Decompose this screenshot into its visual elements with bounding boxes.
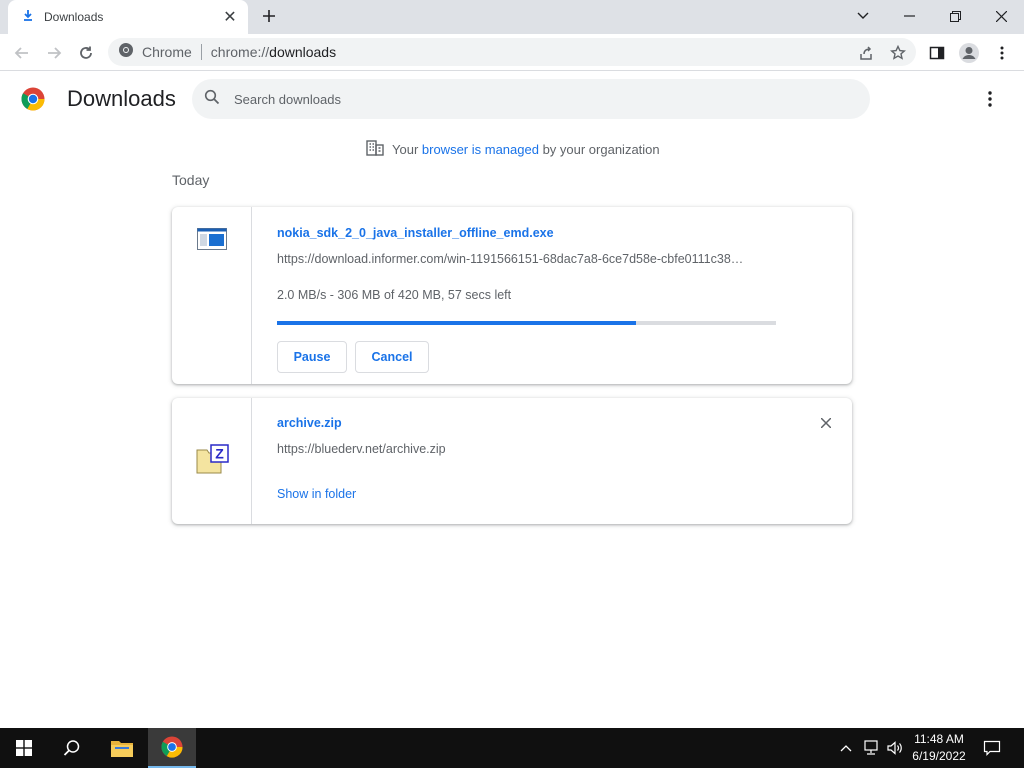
- show-in-folder-link[interactable]: Show in folder: [277, 487, 356, 501]
- download-item: Z archive.zip https://bluederv.net/archi…: [172, 398, 852, 524]
- address-bar[interactable]: Chrome chrome://downloads: [108, 38, 916, 66]
- tab-strip: Downloads ✕: [0, 0, 1024, 34]
- bookmark-star-icon[interactable]: [885, 40, 911, 66]
- new-tab-button[interactable]: [258, 6, 280, 28]
- building-icon: [366, 140, 384, 159]
- search-input[interactable]: [234, 91, 834, 107]
- managed-suffix: by your organization: [538, 142, 660, 157]
- volume-icon[interactable]: [882, 728, 908, 768]
- forward-button[interactable]: [41, 40, 67, 66]
- exe-file-icon: [197, 228, 227, 255]
- omnibox-divider: [200, 44, 202, 60]
- downloads-menu-icon[interactable]: [980, 88, 1000, 110]
- browser-menu-icon[interactable]: [989, 40, 1015, 66]
- notifications-icon[interactable]: [972, 728, 1012, 768]
- managed-prefix: Your: [392, 142, 422, 157]
- cancel-button[interactable]: Cancel: [355, 341, 429, 373]
- zip-file-icon: Z: [196, 444, 230, 479]
- system-clock[interactable]: 11:48 AM 6/19/2022: [906, 731, 972, 765]
- tab-search-chevron-icon[interactable]: [840, 0, 886, 32]
- chrome-logo-icon: [21, 87, 45, 111]
- url-text: chrome://downloads: [211, 44, 336, 60]
- progress-bar: [277, 321, 776, 325]
- pause-button[interactable]: Pause: [277, 341, 347, 373]
- profile-avatar[interactable]: [956, 40, 982, 66]
- file-name-link[interactable]: nokia_sdk_2_0_java_installer_offline_emd…: [277, 226, 554, 240]
- browser-toolbar: Chrome chrome://downloads: [0, 34, 1024, 71]
- clock-date: 6/19/2022: [912, 749, 966, 763]
- start-button[interactable]: [0, 728, 48, 768]
- tab-title: Downloads: [44, 10, 104, 24]
- download-icon: [22, 8, 34, 26]
- managed-link[interactable]: browser is managed: [422, 142, 539, 157]
- minimize-button[interactable]: [886, 0, 932, 32]
- taskbar-search-icon[interactable]: [48, 728, 96, 768]
- file-icon-column: [172, 207, 252, 384]
- clock-time: 11:48 AM: [914, 732, 964, 746]
- share-icon[interactable]: [853, 40, 879, 66]
- progress-fill: [277, 321, 636, 325]
- chrome-site-icon: [118, 42, 134, 63]
- file-explorer-icon[interactable]: [98, 728, 146, 768]
- download-item: nokia_sdk_2_0_java_installer_offline_emd…: [172, 207, 852, 384]
- tab-downloads[interactable]: Downloads ✕: [8, 0, 248, 34]
- back-button[interactable]: [9, 40, 35, 66]
- search-box[interactable]: [192, 79, 870, 119]
- svg-text:Z: Z: [215, 446, 224, 462]
- source-url[interactable]: https://bluederv.net/archive.zip: [277, 442, 772, 456]
- reload-button[interactable]: [73, 40, 99, 66]
- managed-notice: Your browser is managed by your organiza…: [366, 140, 660, 159]
- file-icon-column: Z: [172, 398, 252, 524]
- side-panel-icon[interactable]: [924, 40, 950, 66]
- restore-button[interactable]: [932, 0, 978, 32]
- page-title: Downloads: [67, 86, 176, 111]
- download-status: 2.0 MB/s - 306 MB of 420 MB, 57 secs lef…: [277, 288, 512, 302]
- date-section-label: Today: [172, 172, 210, 188]
- chrome-taskbar-icon[interactable]: [148, 728, 196, 768]
- remove-item-close-icon[interactable]: [816, 413, 836, 433]
- show-hidden-icons-chevron-icon[interactable]: [834, 728, 858, 768]
- url-path: downloads: [269, 44, 337, 60]
- source-url[interactable]: https://download.informer.com/win-119156…: [277, 252, 772, 266]
- site-label: Chrome: [142, 44, 192, 60]
- close-window-button[interactable]: [978, 0, 1024, 32]
- search-icon: [204, 89, 220, 110]
- network-icon[interactable]: [858, 728, 884, 768]
- windows-taskbar: 11:48 AM 6/19/2022: [0, 728, 1024, 768]
- tab-close-icon[interactable]: ✕: [222, 7, 238, 27]
- url-scheme: chrome://: [210, 44, 270, 60]
- downloads-header: Downloads: [0, 72, 1024, 126]
- file-name-link[interactable]: archive.zip: [277, 416, 342, 430]
